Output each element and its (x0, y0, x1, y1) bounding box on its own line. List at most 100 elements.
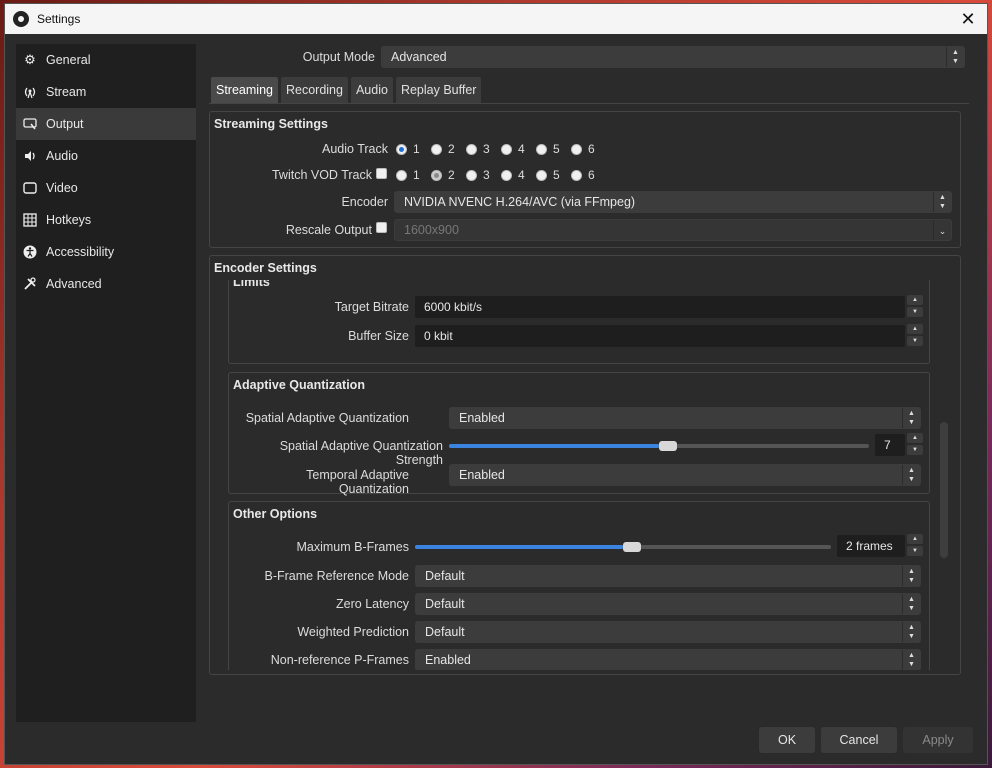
zero-latency-select[interactable]: Default ▲ ▼ (415, 593, 921, 615)
target-bitrate-input[interactable]: 6000 kbit/s (415, 296, 905, 318)
encoder-settings-title: Encoder Settings (214, 261, 317, 275)
cancel-button[interactable]: Cancel (821, 727, 897, 753)
weighted-prediction-value: Default (425, 625, 465, 639)
vod-track-radio-3[interactable]: 3 (466, 168, 490, 182)
rescale-output-checkbox[interactable] (376, 222, 387, 233)
ok-button[interactable]: OK (759, 727, 815, 753)
limits-title: Limits (233, 280, 270, 289)
audio-track-radio-3[interactable]: 3 (466, 142, 490, 156)
temporal-aq-select[interactable]: Enabled ▲ ▼ (449, 464, 921, 486)
radio-dot (431, 169, 442, 181)
spinner-arrows-icon: ▲ ▼ (902, 594, 920, 614)
tab-recording[interactable]: Recording (280, 77, 348, 103)
buffer-size-stepper[interactable]: ▲ ▼ (907, 324, 923, 346)
radio-label: 2 (448, 142, 455, 156)
sidebar-item-audio[interactable]: Audio (16, 140, 196, 172)
window-title: Settings (37, 12, 81, 26)
spatial-aq-strength-stepper[interactable]: ▲ ▼ (907, 433, 923, 455)
vod-track-radio-1[interactable]: 1 (396, 168, 420, 182)
tools-icon (22, 276, 38, 292)
chevron-down-icon[interactable]: ▼ (907, 546, 923, 556)
close-icon[interactable]: ✕ (957, 8, 979, 30)
sidebar-item-label: Video (46, 181, 78, 195)
audio-track-radio-6[interactable]: 6 (571, 142, 595, 156)
encoder-select[interactable]: NVIDIA NVENC H.264/AVC (via FFmpeg) ▲ ▼ (394, 191, 952, 213)
temporal-aq-value: Enabled (459, 468, 505, 482)
radio-label: 5 (553, 142, 560, 156)
radio-label: 5 (553, 168, 560, 182)
radio-dot (501, 169, 512, 181)
zero-latency-label: Zero Latency (336, 597, 409, 611)
sidebar-item-label: General (46, 53, 91, 67)
sidebar-item-general[interactable]: ⚙ General (16, 44, 196, 76)
vod-track-radio-6[interactable]: 6 (571, 168, 595, 182)
sidebar-item-output[interactable]: Output (16, 108, 196, 140)
max-bframes-stepper[interactable]: ▲ ▼ (907, 534, 923, 556)
radio-dot (501, 143, 512, 155)
radio-label: 1 (413, 142, 420, 156)
tab-divider (209, 103, 969, 104)
target-bitrate-stepper[interactable]: ▲ ▼ (907, 295, 923, 317)
radio-label: 3 (483, 168, 490, 182)
max-bframes-input[interactable]: 2 frames (837, 535, 905, 557)
spinner-arrows-icon: ▲ ▼ (902, 566, 920, 586)
radio-label: 2 (448, 168, 455, 182)
audio-track-radio-1[interactable]: 1 (396, 142, 420, 156)
chevron-up-icon[interactable]: ▲ (907, 295, 923, 305)
settings-window: Settings ✕ ⚙ General Stream Output Audio (4, 3, 988, 765)
vod-track-radio-4[interactable]: 4 (501, 168, 525, 182)
twitch-vod-checkbox[interactable] (376, 168, 387, 179)
bframe-ref-label: B-Frame Reference Mode (264, 569, 409, 583)
nonref-pframes-value: Enabled (425, 653, 471, 667)
chevron-up-icon[interactable]: ▲ (907, 324, 923, 334)
slider-handle[interactable] (659, 441, 677, 451)
radio-dot (571, 143, 582, 155)
twitch-vod-label: Twitch VOD Track (271, 168, 372, 182)
buffer-size-input[interactable]: 0 kbit (415, 325, 905, 347)
chevron-up-icon[interactable]: ▲ (907, 534, 923, 544)
spatial-aq-select[interactable]: Enabled ▲ ▼ (449, 407, 921, 429)
audio-track-radio-2[interactable]: 2 (431, 142, 455, 156)
spatial-aq-strength-slider[interactable] (449, 441, 869, 451)
sidebar-item-accessibility[interactable]: Accessibility (16, 236, 196, 268)
audio-track-radio-4[interactable]: 4 (501, 142, 525, 156)
sidebar-item-video[interactable]: Video (16, 172, 196, 204)
chevron-down-icon[interactable]: ▼ (907, 336, 923, 346)
encoder-scroll-area[interactable]: Limits Target Bitrate 6000 kbit/s ▲ ▼ Buf… (212, 280, 948, 670)
audio-track-radio-5[interactable]: 5 (536, 142, 560, 156)
spatial-aq-strength-input[interactable]: 7 (875, 434, 905, 456)
radio-label: 4 (518, 142, 525, 156)
output-panel: Output Mode Advanced ▲ ▼ Streaming Record… (201, 40, 971, 720)
sidebar-item-stream[interactable]: Stream (16, 76, 196, 108)
tab-audio[interactable]: Audio (350, 77, 393, 103)
chevron-up-icon[interactable]: ▲ (907, 433, 923, 443)
adaptive-quantization-title: Adaptive Quantization (233, 378, 365, 392)
audio-track-label: Audio Track (321, 142, 388, 156)
vod-track-radio-5[interactable]: 5 (536, 168, 560, 182)
spinner-arrows-icon: ▲ ▼ (933, 192, 951, 212)
output-mode-select[interactable]: Advanced ▲ ▼ (381, 46, 965, 68)
sidebar-item-hotkeys[interactable]: Hotkeys (16, 204, 196, 236)
limits-group: Limits Target Bitrate 6000 kbit/s ▲ ▼ Buf… (228, 280, 930, 364)
antenna-icon (22, 84, 38, 100)
nonref-pframes-label: Non-reference P-Frames (270, 653, 409, 667)
buffer-size-label: Buffer Size (348, 329, 409, 343)
encoder-scrollbar[interactable] (940, 422, 948, 558)
tab-replay-buffer[interactable]: Replay Buffer (395, 77, 482, 103)
slider-handle[interactable] (623, 542, 641, 552)
chevron-down-icon[interactable]: ▼ (907, 307, 923, 317)
chevron-down-icon[interactable]: ▼ (907, 445, 923, 455)
sidebar-item-label: Hotkeys (46, 213, 92, 227)
nonref-pframes-select[interactable]: Enabled ▲ ▼ (415, 649, 921, 670)
max-bframes-slider[interactable] (415, 542, 831, 552)
apply-button[interactable]: Apply (903, 727, 973, 753)
vod-track-radio-2[interactable]: 2 (431, 168, 455, 182)
sidebar-item-advanced[interactable]: Advanced (16, 268, 196, 300)
weighted-prediction-select[interactable]: Default ▲ ▼ (415, 621, 921, 643)
chevron-down-icon: ⌄ (933, 220, 951, 240)
streaming-settings-title: Streaming Settings (214, 117, 328, 131)
bframe-ref-select[interactable]: Default ▲ ▼ (415, 565, 921, 587)
rescale-resolution-select[interactable]: 1600x900 ⌄ (394, 219, 952, 241)
tab-streaming[interactable]: Streaming (211, 77, 278, 103)
output-tabs: Streaming Recording Audio Replay Buffer (211, 77, 482, 103)
